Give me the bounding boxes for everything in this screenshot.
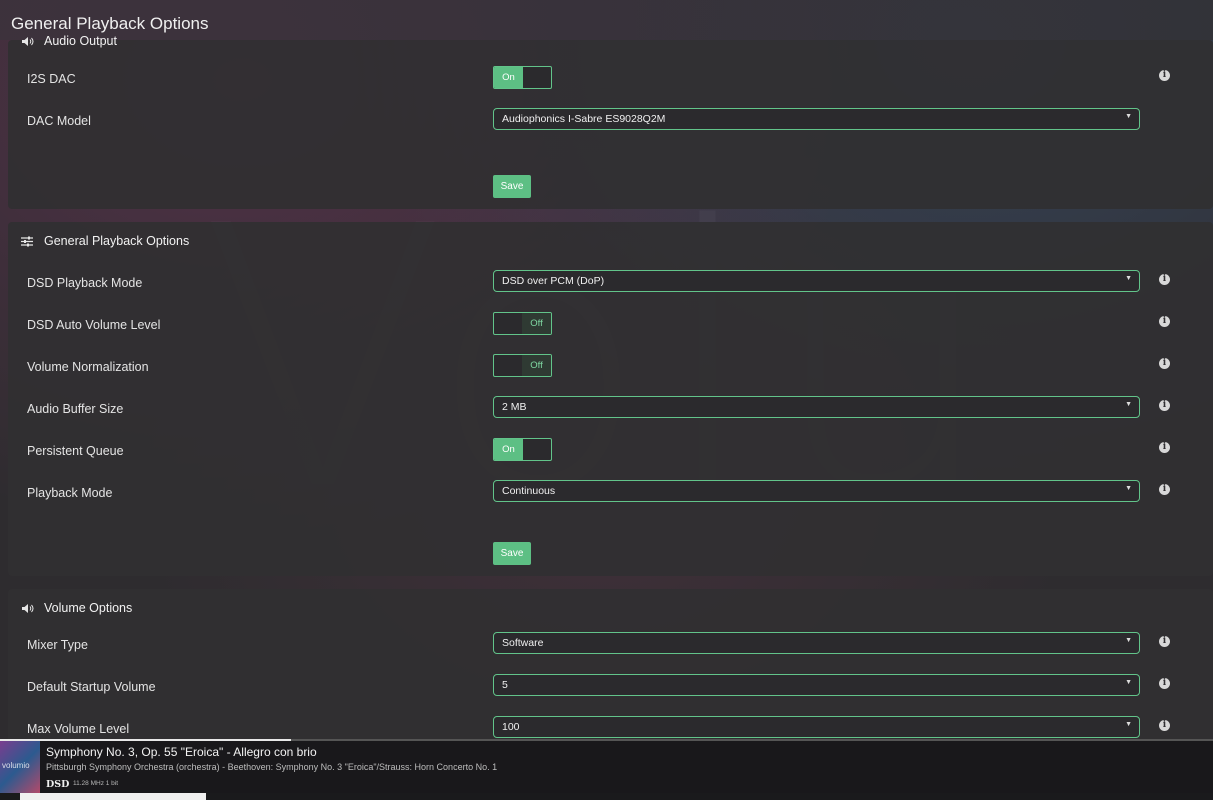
row-dsd-auto-volume: DSD Auto Volume Level Off i bbox=[8, 312, 1213, 348]
i2s-dac-toggle[interactable]: On bbox=[493, 66, 552, 89]
audio-output-title: Audio Output bbox=[44, 34, 117, 48]
dac-model-value: Audiophonics I-Sabre ES9028Q2M bbox=[502, 113, 666, 125]
info-icon[interactable]: i bbox=[1159, 678, 1170, 689]
caret-down-icon: ▼ bbox=[1125, 485, 1132, 492]
volume-options-header: Volume Options bbox=[20, 601, 132, 615]
audio-output-panel: Audio Output I2S DAC On i DAC Model Audi… bbox=[8, 34, 1213, 209]
dsd-mode-value: DSD over PCM (DoP) bbox=[502, 275, 605, 287]
album-art-text: volumio bbox=[2, 761, 30, 770]
info-icon[interactable]: i bbox=[1159, 484, 1170, 495]
row-persistent-queue: Persistent Queue On i bbox=[8, 438, 1213, 474]
speaker-icon bbox=[20, 34, 34, 48]
caret-down-icon: ▼ bbox=[1125, 401, 1132, 408]
track-title: Symphony No. 3, Op. 55 "Eroica" - Allegr… bbox=[46, 745, 317, 759]
general-playback-panel: General Playback Options DSD Playback Mo… bbox=[8, 222, 1213, 576]
buffer-size-label: Audio Buffer Size bbox=[27, 402, 124, 416]
caret-down-icon: ▼ bbox=[1125, 679, 1132, 686]
progress-fill[interactable] bbox=[0, 739, 292, 741]
info-icon[interactable]: i bbox=[1159, 358, 1170, 369]
bottom-strip bbox=[0, 793, 1213, 800]
mixer-type-label: Mixer Type bbox=[27, 638, 88, 652]
default-volume-label: Default Startup Volume bbox=[27, 680, 156, 694]
row-i2s-dac: I2S DAC On i bbox=[8, 66, 1213, 102]
info-icon[interactable]: i bbox=[1159, 442, 1170, 453]
row-dsd-mode: DSD Playback Mode DSD over PCM (DoP) ▼ i bbox=[8, 270, 1213, 306]
format-badge: DSD bbox=[46, 779, 70, 790]
row-dac-model: DAC Model Audiophonics I-Sabre ES9028Q2M… bbox=[8, 108, 1213, 144]
toggle-off-state: Off bbox=[522, 355, 551, 376]
default-volume-value: 5 bbox=[502, 679, 508, 691]
save-button[interactable]: Save bbox=[493, 175, 531, 198]
audio-output-header: Audio Output bbox=[20, 34, 117, 48]
toggle-on-state: On bbox=[494, 439, 523, 460]
buffer-size-value: 2 MB bbox=[502, 401, 527, 413]
mixer-type-select[interactable]: Software ▼ bbox=[493, 632, 1140, 654]
persistent-queue-label: Persistent Queue bbox=[27, 444, 124, 458]
max-volume-label: Max Volume Level bbox=[27, 722, 130, 736]
persistent-queue-toggle[interactable]: On bbox=[493, 438, 552, 461]
volume-options-panel: Volume Options Mixer Type Software ▼ i D… bbox=[8, 589, 1213, 749]
buffer-size-select[interactable]: 2 MB ▼ bbox=[493, 396, 1140, 418]
bottom-strip-bar bbox=[20, 793, 206, 800]
album-art[interactable]: volumio bbox=[0, 741, 40, 793]
row-mixer-type: Mixer Type Software ▼ i bbox=[8, 632, 1213, 668]
general-playback-header: General Playback Options bbox=[20, 234, 189, 248]
info-icon[interactable]: i bbox=[1159, 636, 1170, 647]
format-detail: 11.28 MHz 1 bit bbox=[73, 780, 119, 787]
save-button[interactable]: Save bbox=[493, 542, 531, 565]
speaker-icon bbox=[20, 601, 34, 615]
page-title: General Playback Options bbox=[11, 14, 209, 33]
toggle-on-state: On bbox=[494, 67, 523, 88]
row-volume-normalization: Volume Normalization Off i bbox=[8, 354, 1213, 390]
track-artist: Pittsburgh Symphony Orchestra (orchestra… bbox=[46, 762, 498, 772]
dsd-auto-volume-toggle[interactable]: Off bbox=[493, 312, 552, 335]
playback-mode-select[interactable]: Continuous ▼ bbox=[493, 480, 1140, 502]
volume-normalization-label: Volume Normalization bbox=[27, 360, 149, 374]
info-icon[interactable]: i bbox=[1159, 274, 1170, 285]
row-buffer-size: Audio Buffer Size 2 MB ▼ i bbox=[8, 396, 1213, 432]
caret-down-icon: ▼ bbox=[1125, 721, 1132, 728]
max-volume-value: 100 bbox=[502, 721, 520, 733]
caret-down-icon: ▼ bbox=[1125, 113, 1132, 120]
page-header: General Playback Options bbox=[0, 0, 1213, 40]
i2s-dac-label: I2S DAC bbox=[27, 72, 76, 86]
info-icon[interactable]: i bbox=[1159, 720, 1170, 731]
info-icon[interactable]: i bbox=[1159, 70, 1170, 81]
caret-down-icon: ▼ bbox=[1125, 275, 1132, 282]
dsd-mode-label: DSD Playback Mode bbox=[27, 276, 143, 290]
mixer-type-value: Software bbox=[502, 637, 544, 649]
playback-mode-value: Continuous bbox=[502, 485, 556, 497]
caret-down-icon: ▼ bbox=[1125, 637, 1132, 644]
general-playback-title: General Playback Options bbox=[44, 234, 190, 248]
row-default-volume: Default Startup Volume 5 ▼ i bbox=[8, 674, 1213, 710]
info-icon[interactable]: i bbox=[1159, 316, 1170, 327]
dac-model-label: DAC Model bbox=[27, 114, 91, 128]
dac-model-select[interactable]: Audiophonics I-Sabre ES9028Q2M ▼ bbox=[493, 108, 1140, 130]
playback-mode-label: Playback Mode bbox=[27, 486, 113, 500]
row-playback-mode: Playback Mode Continuous ▼ i bbox=[8, 480, 1213, 516]
dsd-mode-select[interactable]: DSD over PCM (DoP) ▼ bbox=[493, 270, 1140, 292]
toggle-off-state: Off bbox=[522, 313, 551, 334]
info-icon[interactable]: i bbox=[1159, 400, 1170, 411]
max-volume-select[interactable]: 100 ▼ bbox=[493, 716, 1140, 738]
sliders-icon bbox=[20, 234, 34, 248]
dsd-auto-volume-label: DSD Auto Volume Level bbox=[27, 318, 161, 332]
now-playing-bar[interactable]: volumio Symphony No. 3, Op. 55 "Eroica" … bbox=[0, 739, 1213, 793]
volume-normalization-toggle[interactable]: Off bbox=[493, 354, 552, 377]
default-volume-select[interactable]: 5 ▼ bbox=[493, 674, 1140, 696]
volume-options-title: Volume Options bbox=[44, 601, 133, 615]
